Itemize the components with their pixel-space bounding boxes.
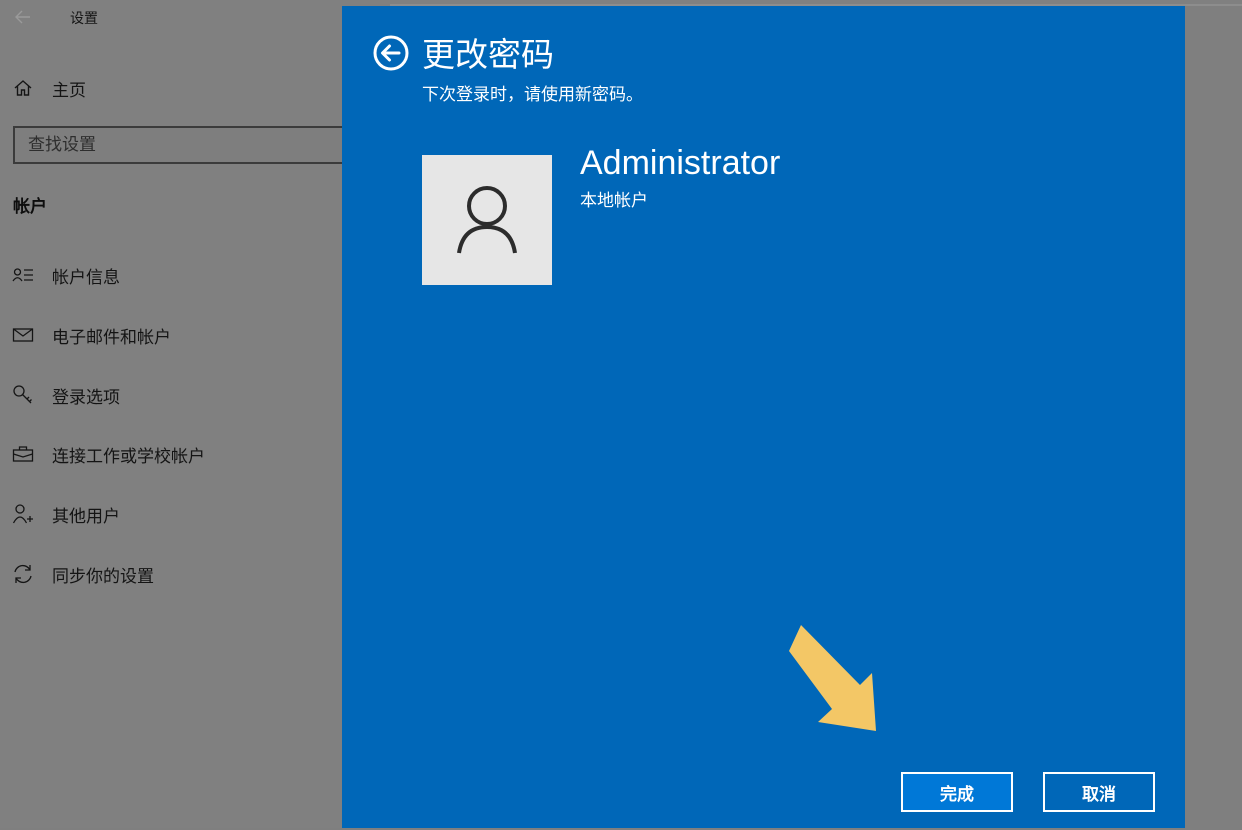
key-icon (12, 384, 34, 406)
sidebar-item-label: 其他用户 (52, 506, 120, 527)
mail-icon (12, 324, 34, 346)
sidebar-item-label: 帐户信息 (52, 267, 120, 288)
home-icon (12, 77, 34, 99)
sidebar-item-label: 同步你的设置 (52, 566, 154, 587)
dialog-subtitle: 下次登录时，请使用新密码。 (422, 85, 643, 105)
sync-icon (12, 563, 34, 585)
back-arrow-icon[interactable] (12, 6, 34, 28)
person-add-icon (12, 503, 34, 525)
dialog-title: 更改密码 (422, 35, 554, 74)
nav-home-label: 主页 (52, 80, 86, 101)
briefcase-icon (12, 443, 34, 465)
person-icon (457, 186, 517, 254)
sidebar-item-sync-settings[interactable]: 同步你的设置 (12, 560, 154, 588)
account-info-icon (12, 264, 34, 286)
back-circle-icon[interactable] (373, 35, 409, 71)
avatar (422, 155, 552, 285)
account-name: Administrator (580, 144, 781, 182)
sidebar-item-email-accounts[interactable]: 电子邮件和帐户 (12, 321, 171, 349)
cancel-button[interactable]: 取消 (1043, 772, 1155, 812)
sidebar-item-label: 连接工作或学校帐户 (52, 446, 205, 467)
sidebar-item-account-info[interactable]: 帐户信息 (12, 261, 120, 289)
sidebar-item-other-users[interactable]: 其他用户 (12, 500, 120, 528)
sidebar-item-sign-in-options[interactable]: 登录选项 (12, 381, 120, 409)
section-heading: 帐户 (13, 197, 47, 217)
sidebar-item-work-school[interactable]: 连接工作或学校帐户 (12, 440, 205, 468)
pointer-arrow-icon (789, 625, 876, 731)
done-button[interactable]: 完成 (901, 772, 1013, 812)
nav-home[interactable]: 主页 (12, 74, 86, 102)
sidebar-item-label: 电子邮件和帐户 (52, 327, 171, 348)
change-password-dialog: 更改密码 下次登录时，请使用新密码。 Administrator 本地帐户 完成… (342, 6, 1185, 828)
search-input[interactable] (13, 126, 353, 164)
account-type: 本地帐户 (580, 191, 648, 211)
sidebar-item-label: 登录选项 (52, 387, 120, 408)
window-title: 设置 (70, 11, 98, 27)
